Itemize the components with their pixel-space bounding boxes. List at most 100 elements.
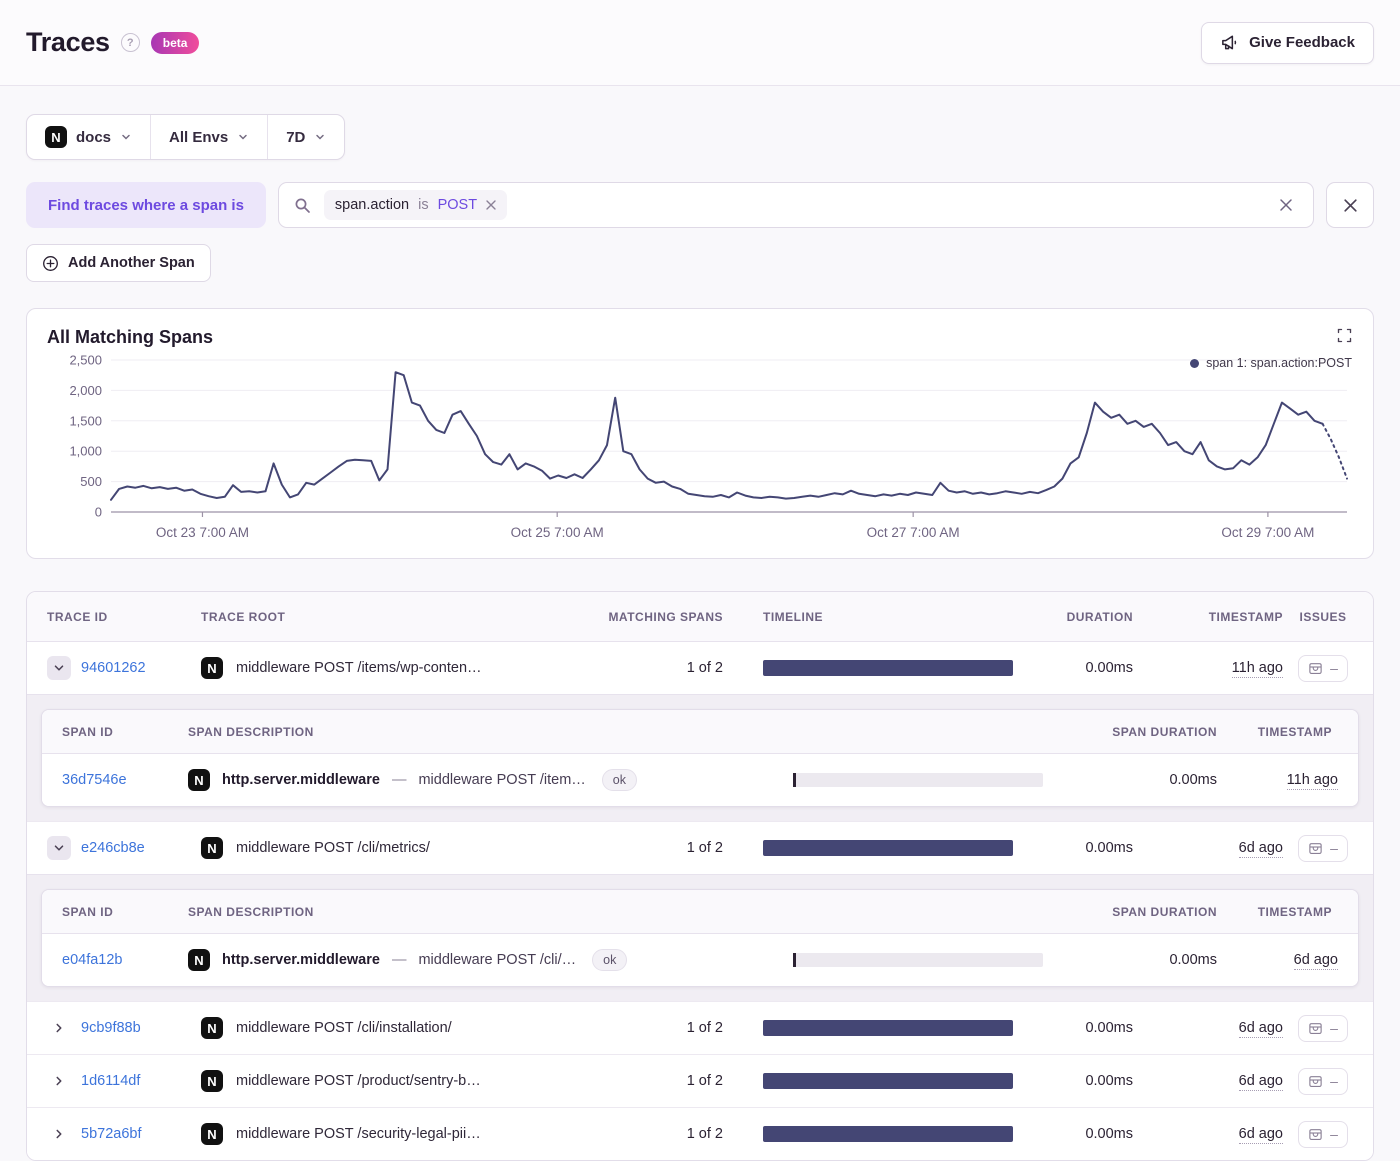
- span-timeline-marker: [793, 953, 796, 967]
- chevron-icon: [54, 845, 64, 851]
- issues-empty-dash: –: [1330, 1126, 1338, 1142]
- trace-row: e246cb8e N middleware POST /cli/metrics/…: [27, 822, 1373, 874]
- trace-duration: 0.00ms: [1085, 1020, 1133, 1036]
- col-issues: ISSUES: [1299, 609, 1347, 624]
- add-another-span-label: Add Another Span: [68, 255, 195, 271]
- trace-issues-cell[interactable]: –: [1298, 1067, 1348, 1095]
- trace-timeline-bar: [763, 840, 1013, 856]
- trace-timestamp[interactable]: 6d ago: [1238, 840, 1283, 858]
- span-duration: 0.00ms: [1169, 952, 1217, 968]
- svg-text:2,000: 2,000: [69, 383, 102, 398]
- trace-timestamp[interactable]: 11h ago: [1231, 660, 1283, 678]
- trace-timeline-bar: [763, 660, 1013, 676]
- nextjs-project-icon: N: [201, 1017, 223, 1039]
- issues-icon: [1309, 842, 1322, 854]
- col-span-id: SPAN ID: [62, 724, 114, 739]
- span-description-text: middleware POST /item…: [418, 772, 586, 788]
- chart-fullscreen-button[interactable]: [1335, 326, 1354, 345]
- span-timestamp[interactable]: 11h ago: [1286, 772, 1338, 790]
- traces-table-header: TRACE ID TRACE ROOT MATCHING SPANS TIMEL…: [27, 592, 1373, 642]
- span-status-badge: ok: [592, 949, 628, 971]
- col-trace-id: TRACE ID: [47, 609, 108, 624]
- give-feedback-button[interactable]: Give Feedback: [1201, 21, 1374, 64]
- spans-subtable-header: SPAN ID SPAN DESCRIPTION SPAN DURATION T…: [42, 710, 1358, 754]
- svg-text:2,500: 2,500: [69, 353, 102, 368]
- spans-subtable-header: SPAN ID SPAN DESCRIPTION SPAN DURATION T…: [42, 890, 1358, 934]
- expanded-spans-section: SPAN ID SPAN DESCRIPTION SPAN DURATION T…: [27, 874, 1373, 1001]
- add-circle-icon: [43, 255, 58, 271]
- trace-issues-cell[interactable]: –: [1298, 1120, 1348, 1148]
- svg-text:0: 0: [95, 505, 102, 520]
- filter-bar: N docs All Envs 7D: [26, 114, 346, 160]
- trace-issues-cell[interactable]: –: [1298, 834, 1348, 862]
- nextjs-project-icon: N: [201, 657, 223, 679]
- trace-duration: 0.00ms: [1085, 1073, 1133, 1089]
- time-period-dropdown[interactable]: 7D: [268, 115, 344, 159]
- svg-text:1,500: 1,500: [69, 413, 102, 428]
- page-header: Traces ? beta Give Feedback: [0, 0, 1400, 86]
- span-search-input[interactable]: span.action is POST: [277, 182, 1314, 228]
- token-remove-icon[interactable]: [486, 200, 496, 210]
- trace-block: 9cb9f88b N middleware POST /cli/installa…: [27, 1002, 1373, 1055]
- matching-spans-count: 1 of 2: [686, 1020, 723, 1036]
- trace-id-link[interactable]: 1d6114df: [81, 1073, 201, 1089]
- nextjs-project-icon: N: [201, 1123, 223, 1145]
- add-another-span-button[interactable]: Add Another Span: [26, 244, 211, 282]
- search-clear-button[interactable]: [1274, 193, 1298, 217]
- token-value: POST: [437, 197, 478, 213]
- trace-issues-cell[interactable]: –: [1298, 654, 1348, 682]
- span-id-link[interactable]: 36d7546e: [62, 772, 188, 788]
- issues-empty-dash: –: [1330, 1073, 1338, 1089]
- beta-badge: beta: [150, 31, 200, 54]
- trace-timestamp[interactable]: 6d ago: [1238, 1126, 1283, 1144]
- svg-text:Oct 25 7:00 AM: Oct 25 7:00 AM: [511, 525, 604, 540]
- chevron-down-icon: [239, 134, 247, 140]
- chart-legend: span 1: span.action:POST: [1190, 356, 1352, 370]
- trace-timeline-bar: [763, 1073, 1013, 1089]
- trace-id-link[interactable]: e246cb8e: [81, 840, 201, 856]
- environment-filter-label: All Envs: [169, 128, 229, 146]
- project-filter-dropdown[interactable]: N docs: [27, 115, 152, 159]
- issues-empty-dash: –: [1330, 1020, 1338, 1036]
- search-filter-token[interactable]: span.action is POST: [323, 190, 508, 220]
- col-span-description: SPAN DESCRIPTION: [188, 904, 314, 919]
- remove-span-condition-button[interactable]: [1326, 182, 1374, 228]
- legend-series-label: span 1: span.action:POST: [1206, 356, 1352, 370]
- trace-timestamp[interactable]: 6d ago: [1238, 1020, 1283, 1038]
- chevron-down-icon: [122, 134, 130, 140]
- help-icon[interactable]: ?: [120, 33, 140, 52]
- expand-trace-chevron-button[interactable]: [47, 1069, 71, 1093]
- col-span-id: SPAN ID: [62, 904, 114, 919]
- trace-row: 1d6114df N middleware POST /product/sent…: [27, 1055, 1373, 1107]
- expand-trace-chevron-button[interactable]: [47, 836, 71, 860]
- nextjs-project-icon: N: [188, 769, 210, 791]
- span-id-link[interactable]: e04fa12b: [62, 952, 188, 968]
- trace-issues-cell[interactable]: –: [1298, 1014, 1348, 1042]
- trace-row: 94601262 N middleware POST /items/wp-con…: [27, 642, 1373, 694]
- token-key: span.action: [334, 197, 410, 213]
- trace-id-link[interactable]: 9cb9f88b: [81, 1020, 201, 1036]
- expand-trace-chevron-button[interactable]: [47, 1016, 71, 1040]
- traces-table: TRACE ID TRACE ROOT MATCHING SPANS TIMEL…: [26, 591, 1374, 1161]
- col-span-timestamp: TIMESTAMP: [1257, 904, 1332, 919]
- svg-text:Oct 27 7:00 AM: Oct 27 7:00 AM: [867, 525, 960, 540]
- trace-timestamp[interactable]: 6d ago: [1238, 1073, 1283, 1091]
- trace-root-text: middleware POST /items/wp-conten…: [236, 660, 482, 676]
- svg-text:Oct 29 7:00 AM: Oct 29 7:00 AM: [1221, 525, 1314, 540]
- environment-filter-dropdown[interactable]: All Envs: [151, 115, 269, 159]
- expand-trace-chevron-button[interactable]: [47, 656, 71, 680]
- span-row: e04fa12b N http.server.middleware — midd…: [42, 934, 1358, 986]
- give-feedback-label: Give Feedback: [1249, 34, 1355, 51]
- span-timestamp[interactable]: 6d ago: [1293, 952, 1338, 970]
- spans-line-chart[interactable]: 0 500 1,000 1,500 2,000 2,500 Oct 23 7:00 AM Oc…: [47, 352, 1353, 550]
- expand-trace-chevron-button[interactable]: [47, 1122, 71, 1146]
- trace-block: 94601262 N middleware POST /items/wp-con…: [27, 642, 1373, 822]
- trace-id-link[interactable]: 94601262: [81, 660, 201, 676]
- issues-icon: [1309, 662, 1322, 674]
- nextjs-project-icon: N: [201, 1070, 223, 1092]
- span-operation: http.server.middleware: [222, 772, 380, 788]
- trace-id-link[interactable]: 5b72a6bf: [81, 1126, 201, 1142]
- span-timeline-track: [793, 953, 1043, 967]
- matching-spans-count: 1 of 2: [686, 1126, 723, 1142]
- trace-duration: 0.00ms: [1085, 840, 1133, 856]
